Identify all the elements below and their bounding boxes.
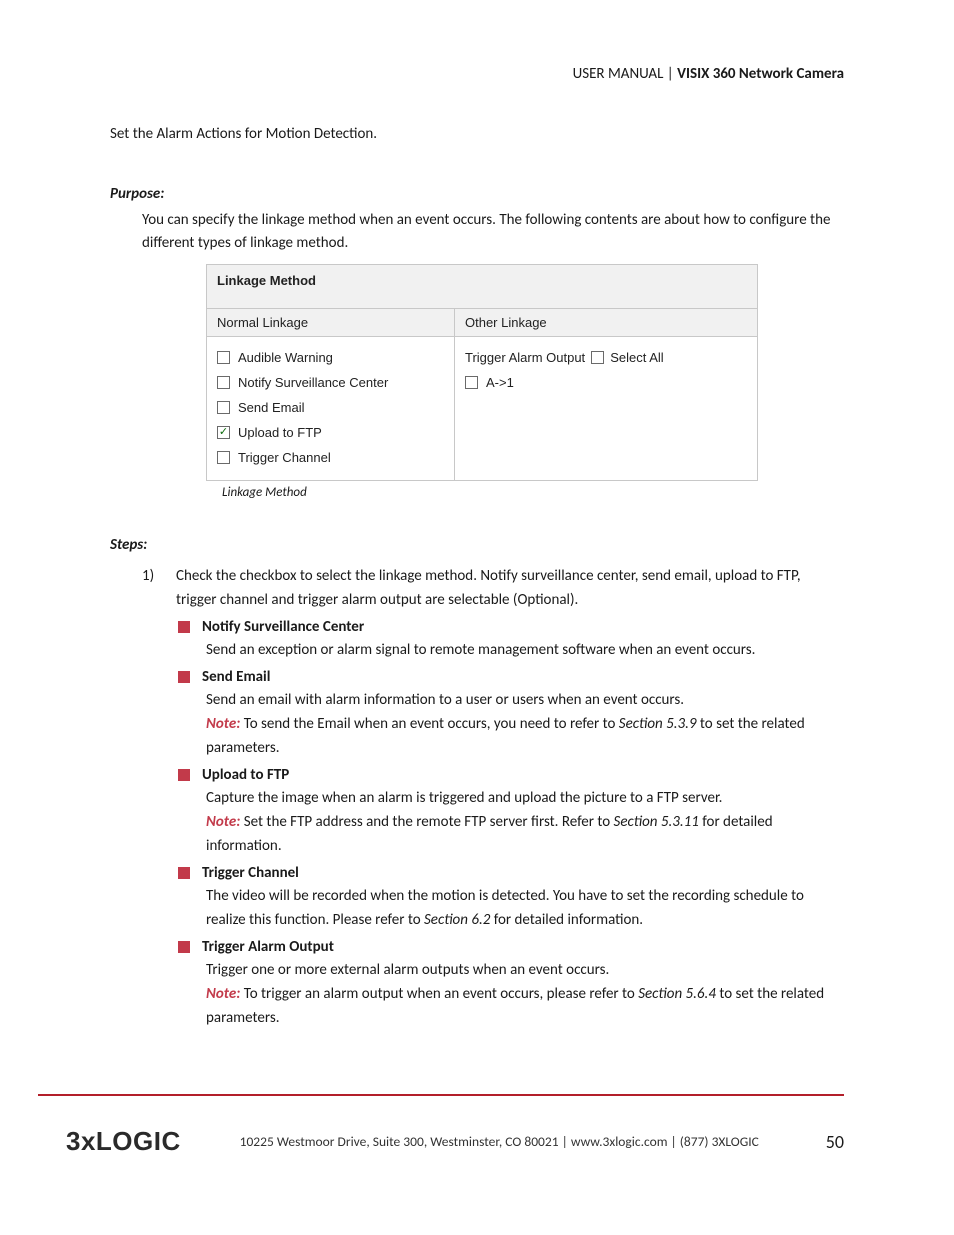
normal-linkage-item: Audible Warning	[217, 345, 444, 370]
sub-item-title: Trigger Alarm Output	[202, 938, 334, 956]
section-ref: Section 5.6.4	[638, 985, 716, 1003]
section-ref: Section 5.3.11	[614, 813, 699, 831]
figure-caption: Linkage Method	[110, 485, 844, 500]
square-bullet-icon	[178, 769, 190, 781]
sub-item-title: Notify Surveillance Center	[202, 618, 364, 636]
sub-item: Upload to FTP Capture the image when an a…	[178, 766, 844, 858]
checkbox[interactable]	[465, 376, 478, 389]
note-label: Note:	[206, 985, 240, 1003]
sub-item-line: Send an exception or alarm signal to rem…	[178, 638, 844, 662]
sub-item-line: Note: To send the Email when an event oc…	[178, 712, 844, 760]
steps-label: Steps:	[110, 536, 844, 554]
sub-item-line: Note: Set the FTP address and the remote…	[178, 810, 844, 858]
brand-logo: 3xLOGIC	[38, 1126, 181, 1157]
sub-item-line: Note: To trigger an alarm output when an…	[178, 982, 844, 1030]
normal-linkage-item: Notify Surveillance Center	[217, 370, 444, 395]
sub-item-line: Trigger one or more external alarm outpu…	[178, 958, 844, 982]
linkage-figure: Linkage Method Normal Linkage Other Link…	[110, 264, 844, 481]
note-label: Note:	[206, 813, 240, 831]
checkbox-label: Notify Surveillance Center	[238, 375, 388, 390]
linkage-title: Linkage Method	[207, 265, 757, 308]
checkbox[interactable]: ✓	[217, 426, 230, 439]
checkbox-label: Trigger Channel	[238, 450, 331, 465]
checkbox[interactable]	[217, 376, 230, 389]
section-ref: Section 6.2	[424, 911, 490, 929]
checkbox[interactable]	[217, 401, 230, 414]
select-all-label: Select All	[610, 350, 663, 365]
step-number: 1)	[142, 564, 164, 612]
col-head-normal: Normal Linkage	[207, 308, 455, 336]
sub-item-title: Upload to FTP	[202, 766, 289, 784]
other-linkage-item: A->1	[465, 370, 747, 395]
select-all-checkbox[interactable]	[591, 351, 604, 364]
checkbox-label: Upload to FTP	[238, 425, 322, 440]
checkbox[interactable]	[217, 451, 230, 464]
checkbox-label: Audible Warning	[238, 350, 333, 365]
checkbox-label: Send Email	[238, 400, 304, 415]
page-footer: 3xLOGIC 10225 Westmoor Drive, Suite 300,…	[38, 1094, 844, 1157]
sub-item-title: Send Email	[202, 668, 270, 686]
header-title: VISIX 360 Network Camera	[677, 65, 844, 83]
line-pre: To send the Email when an event occurs, …	[240, 715, 618, 733]
trigger-alarm-label: Trigger Alarm Output	[465, 350, 585, 365]
purpose-body: You can specify the linkage method when …	[110, 209, 844, 256]
normal-linkage-item: Send Email	[217, 395, 444, 420]
square-bullet-icon	[178, 671, 190, 683]
note-label: Note:	[206, 715, 240, 733]
footer-rule	[38, 1094, 844, 1096]
other-linkage-column: Trigger Alarm Output Select All A->1	[455, 336, 757, 480]
footer-text: 10225 Westmoor Drive, Suite 300, Westmin…	[201, 1133, 798, 1150]
purpose-label: Purpose:	[110, 185, 844, 203]
sub-item: Trigger Alarm Output Trigger one or more …	[178, 938, 844, 1030]
line-post: for detailed information.	[490, 911, 643, 929]
header-prefix: USER MANUAL |	[573, 65, 678, 83]
sub-item-title: Trigger Channel	[202, 864, 299, 882]
col-head-other: Other Linkage	[455, 308, 757, 336]
line-pre: Set the FTP address and the remote FTP s…	[240, 813, 613, 831]
sub-item-line: The video will be recorded when the moti…	[178, 884, 844, 932]
sub-item-line: Capture the image when an alarm is trigg…	[178, 786, 844, 810]
sub-item: Send Email Send an email with alarm infor…	[178, 668, 844, 760]
intro-text: Set the Alarm Actions for Motion Detecti…	[110, 125, 844, 143]
normal-linkage-item: Trigger Channel	[217, 445, 444, 470]
square-bullet-icon	[178, 867, 190, 879]
line-pre: To trigger an alarm output when an event…	[240, 985, 638, 1003]
sub-item-line: Send an email with alarm information to …	[178, 688, 844, 712]
sub-item: Trigger Channel The video will be recorde…	[178, 864, 844, 932]
page-header: USER MANUAL | VISIX 360 Network Camera	[110, 65, 844, 83]
normal-linkage-item: ✓ Upload to FTP	[217, 420, 444, 445]
square-bullet-icon	[178, 941, 190, 953]
page-number: 50	[818, 1131, 844, 1153]
checkbox-label: A->1	[486, 375, 514, 390]
square-bullet-icon	[178, 621, 190, 633]
step-1: 1) Check the checkbox to select the link…	[142, 564, 844, 612]
sub-item: Notify Surveillance Center Send an except…	[178, 618, 844, 662]
normal-linkage-column: Audible Warning Notify Surveillance Cente…	[207, 336, 455, 480]
step-body: Check the checkbox to select the linkage…	[176, 564, 844, 612]
section-ref: Section 5.3.9	[619, 715, 697, 733]
checkbox[interactable]	[217, 351, 230, 364]
